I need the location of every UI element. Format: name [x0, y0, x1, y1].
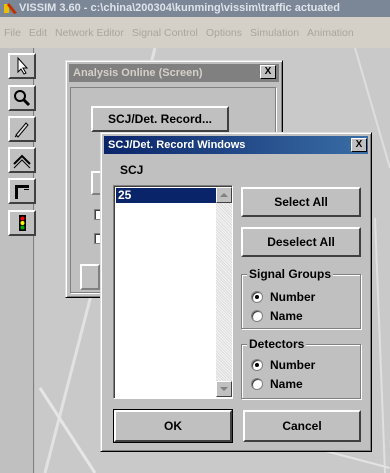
- detectors-number-label[interactable]: Number: [270, 358, 315, 372]
- menu-simulation[interactable]: Simulation: [246, 25, 303, 42]
- analysis-window-close-button[interactable]: X: [260, 65, 276, 79]
- traffic-light-icon[interactable]: [8, 210, 36, 236]
- record-windows-dialog: SCJ/Det. Record Windows X SCJ 25 Select …: [100, 132, 372, 452]
- menu-bar: File Edit Network Editor Signal Control Opti…: [0, 17, 390, 48]
- record-dialog-caption: SCJ/Det. Record Windows: [104, 136, 368, 154]
- list-scroll-down-button[interactable]: [216, 381, 232, 397]
- select-arrow-icon[interactable]: [8, 53, 36, 79]
- detectors-number-radio[interactable]: [251, 359, 263, 371]
- edit-pen-icon[interactable]: [8, 116, 36, 142]
- scj-list-label: SCJ: [120, 163, 144, 177]
- menu-animation[interactable]: Animation: [303, 25, 358, 42]
- zoom-magnifier-icon[interactable]: [8, 85, 36, 111]
- scj-listbox[interactable]: 25: [113, 185, 233, 399]
- ok-button[interactable]: OK: [113, 409, 233, 443]
- list-scroll-up-button[interactable]: [216, 187, 232, 203]
- signal-groups-name-radio[interactable]: [251, 310, 263, 322]
- signal-groups-number-label[interactable]: Number: [270, 290, 315, 304]
- scj-list-item-selected[interactable]: 25: [116, 188, 216, 203]
- left-toolbar: [0, 48, 34, 473]
- menu-file[interactable]: File: [0, 25, 25, 42]
- analysis-window-title: Analysis Online (Screen): [73, 67, 203, 79]
- detectors-name-label[interactable]: Name: [270, 377, 303, 391]
- scj-det-record-button[interactable]: SCJ/Det. Record...: [91, 106, 229, 132]
- hidden-button-2[interactable]: [80, 264, 100, 290]
- record-dialog-close-button[interactable]: X: [351, 138, 367, 152]
- detectors-label: Detectors: [247, 337, 307, 351]
- vissim-logo-icon: [4, 2, 18, 15]
- menu-network-editor[interactable]: Network Editor: [51, 25, 128, 42]
- arrow-down-icon: [220, 387, 228, 391]
- record-dialog-title: SCJ/Det. Record Windows: [108, 139, 246, 151]
- app-title-bar: VISSIM 3.60 - c:\china\200304\kunming\vi…: [0, 0, 390, 17]
- app-title-text: VISSIM 3.60 - c:\china\200304\kunming\vi…: [19, 2, 340, 14]
- links-icon[interactable]: [8, 147, 36, 173]
- menu-signal-control[interactable]: Signal Control: [128, 25, 202, 42]
- signal-groups-number-radio[interactable]: [251, 291, 263, 303]
- signal-head-icon[interactable]: [8, 178, 36, 204]
- signal-groups-label: Signal Groups: [247, 267, 334, 281]
- deselect-all-button[interactable]: Deselect All: [241, 227, 361, 257]
- analysis-window-caption: Analysis Online (Screen): [69, 64, 279, 82]
- arrow-up-icon: [220, 193, 228, 197]
- select-all-button[interactable]: Select All: [241, 187, 361, 217]
- detectors-name-radio[interactable]: [251, 378, 263, 390]
- menu-edit[interactable]: Edit: [25, 25, 51, 42]
- list-scrollbar-track[interactable]: [216, 187, 232, 397]
- cancel-button[interactable]: Cancel: [243, 410, 361, 442]
- signal-groups-name-label[interactable]: Name: [270, 309, 303, 323]
- menu-options[interactable]: Options: [202, 25, 246, 42]
